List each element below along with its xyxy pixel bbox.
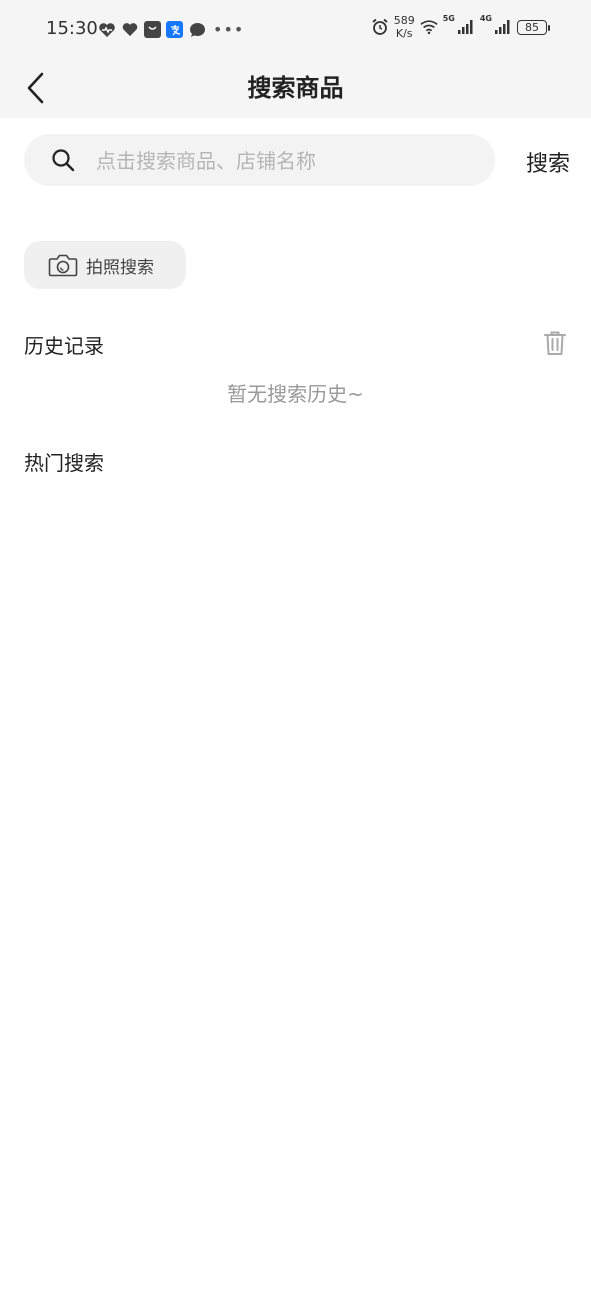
battery-indicator: 85	[517, 19, 550, 35]
wifi-icon	[420, 18, 438, 36]
alarm-icon	[371, 18, 389, 36]
search-button[interactable]: 搜索	[526, 146, 570, 178]
status-time: 15:30	[46, 18, 98, 39]
signal-strength-2-icon	[494, 18, 512, 36]
search-input[interactable]	[94, 134, 488, 188]
page-title: 搜索商品	[247, 74, 344, 102]
search-icon	[52, 149, 75, 172]
photo-search-label: 拍照搜索	[86, 257, 154, 278]
search-box[interactable]	[24, 134, 495, 188]
more-notifications-icon: •••	[213, 20, 245, 39]
network-speed-value: 589	[393, 14, 415, 27]
photo-search-button[interactable]: 拍照搜索	[24, 241, 186, 289]
signal-2-label: 4G	[479, 14, 492, 23]
heart-icon	[121, 21, 139, 39]
trash-icon[interactable]	[543, 330, 567, 356]
signal-strength-1-icon	[457, 18, 475, 36]
signal-1-label: 5G	[442, 14, 455, 23]
status-bar: 15:30 ••• 589 K/s 5G 4G 85	[0, 0, 591, 60]
empty-history-message: 暂无搜索历史~	[227, 382, 364, 406]
shopping-bag-icon	[144, 21, 161, 38]
network-speed-unit: K/s	[395, 27, 413, 40]
notification-icons: •••	[98, 20, 244, 39]
system-status-icons: 589 K/s 5G 4G 85	[371, 14, 550, 40]
heart-pulse-icon	[98, 21, 116, 39]
camera-icon	[48, 254, 78, 277]
network-speed: 589 K/s	[394, 14, 415, 40]
history-title: 历史记录	[24, 334, 104, 358]
alipay-icon	[166, 21, 183, 38]
search-row: 搜索	[24, 134, 570, 188]
chat-bubble-icon	[188, 21, 206, 39]
nav-bar: 搜索商品	[0, 60, 591, 118]
hot-search-title: 热门搜索	[24, 451, 104, 475]
